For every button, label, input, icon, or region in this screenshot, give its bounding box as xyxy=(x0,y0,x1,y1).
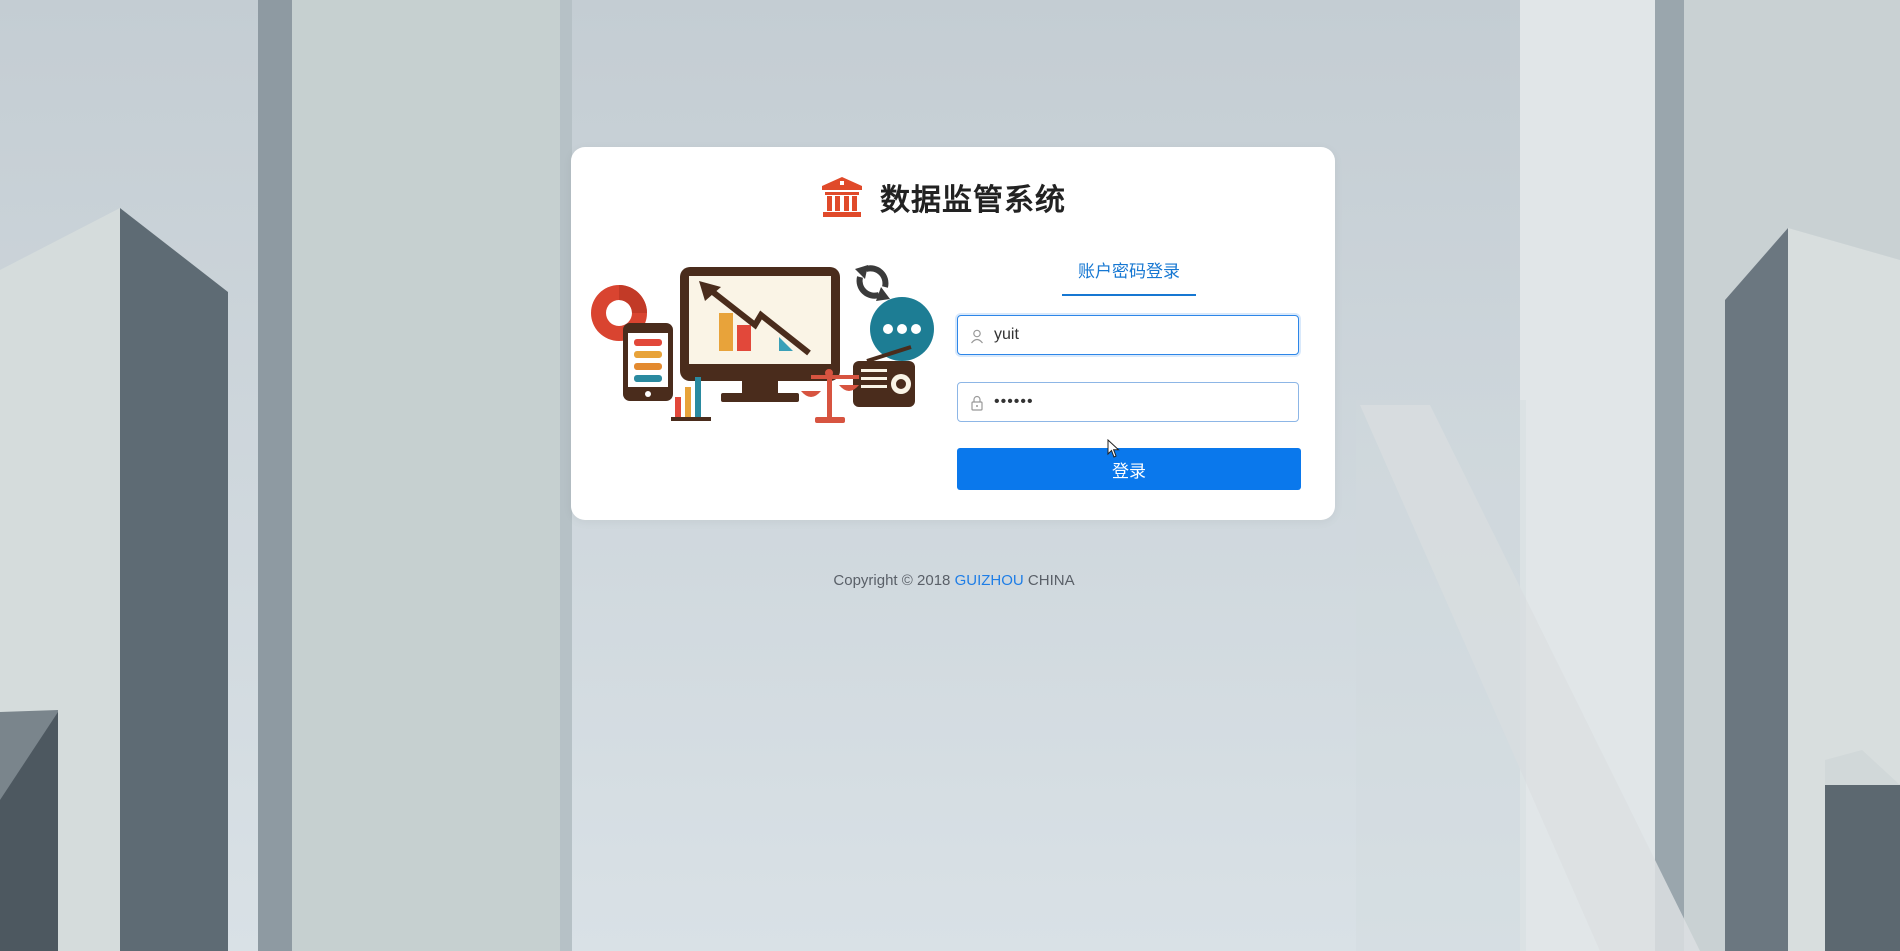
app-title: 数据监管系统 xyxy=(880,183,1066,218)
footer-org-link[interactable]: GUIZHOU xyxy=(955,572,1024,589)
data-analytics-illustration xyxy=(591,265,934,423)
brand-header: 数据监管系统 xyxy=(571,175,1335,219)
login-tabs: 账户密码登录 xyxy=(957,247,1301,296)
footer-copyright: Copyright © 2018 GUIZHOU CHINA xyxy=(0,572,1900,589)
password-input[interactable] xyxy=(994,383,1290,421)
copyright-symbol: © xyxy=(901,572,913,589)
lock-icon xyxy=(971,395,983,411)
monitor-chart-icon xyxy=(680,267,840,402)
password-field[interactable] xyxy=(957,382,1299,422)
bar-chart-icon xyxy=(671,377,711,421)
login-button[interactable]: 登录 xyxy=(957,448,1301,490)
mouse-cursor-icon xyxy=(1107,439,1120,458)
bank-building-icon xyxy=(822,177,862,217)
login-form: 账户密码登录 登录 xyxy=(957,247,1301,490)
footer-country: CHINA xyxy=(1027,572,1075,589)
refresh-icon xyxy=(855,265,890,301)
username-field[interactable] xyxy=(957,315,1299,355)
login-card: 数据监管系统 账户密码登录 yuit •••••• 登录 xyxy=(571,147,1335,520)
smartphone-icon xyxy=(623,323,673,401)
user-icon xyxy=(971,329,983,344)
copyright-label: Copyright xyxy=(833,572,898,589)
tab-account-password[interactable]: 账户密码登录 xyxy=(1062,247,1196,296)
copyright-year: 2018 xyxy=(917,572,951,589)
username-input[interactable] xyxy=(994,316,1290,354)
